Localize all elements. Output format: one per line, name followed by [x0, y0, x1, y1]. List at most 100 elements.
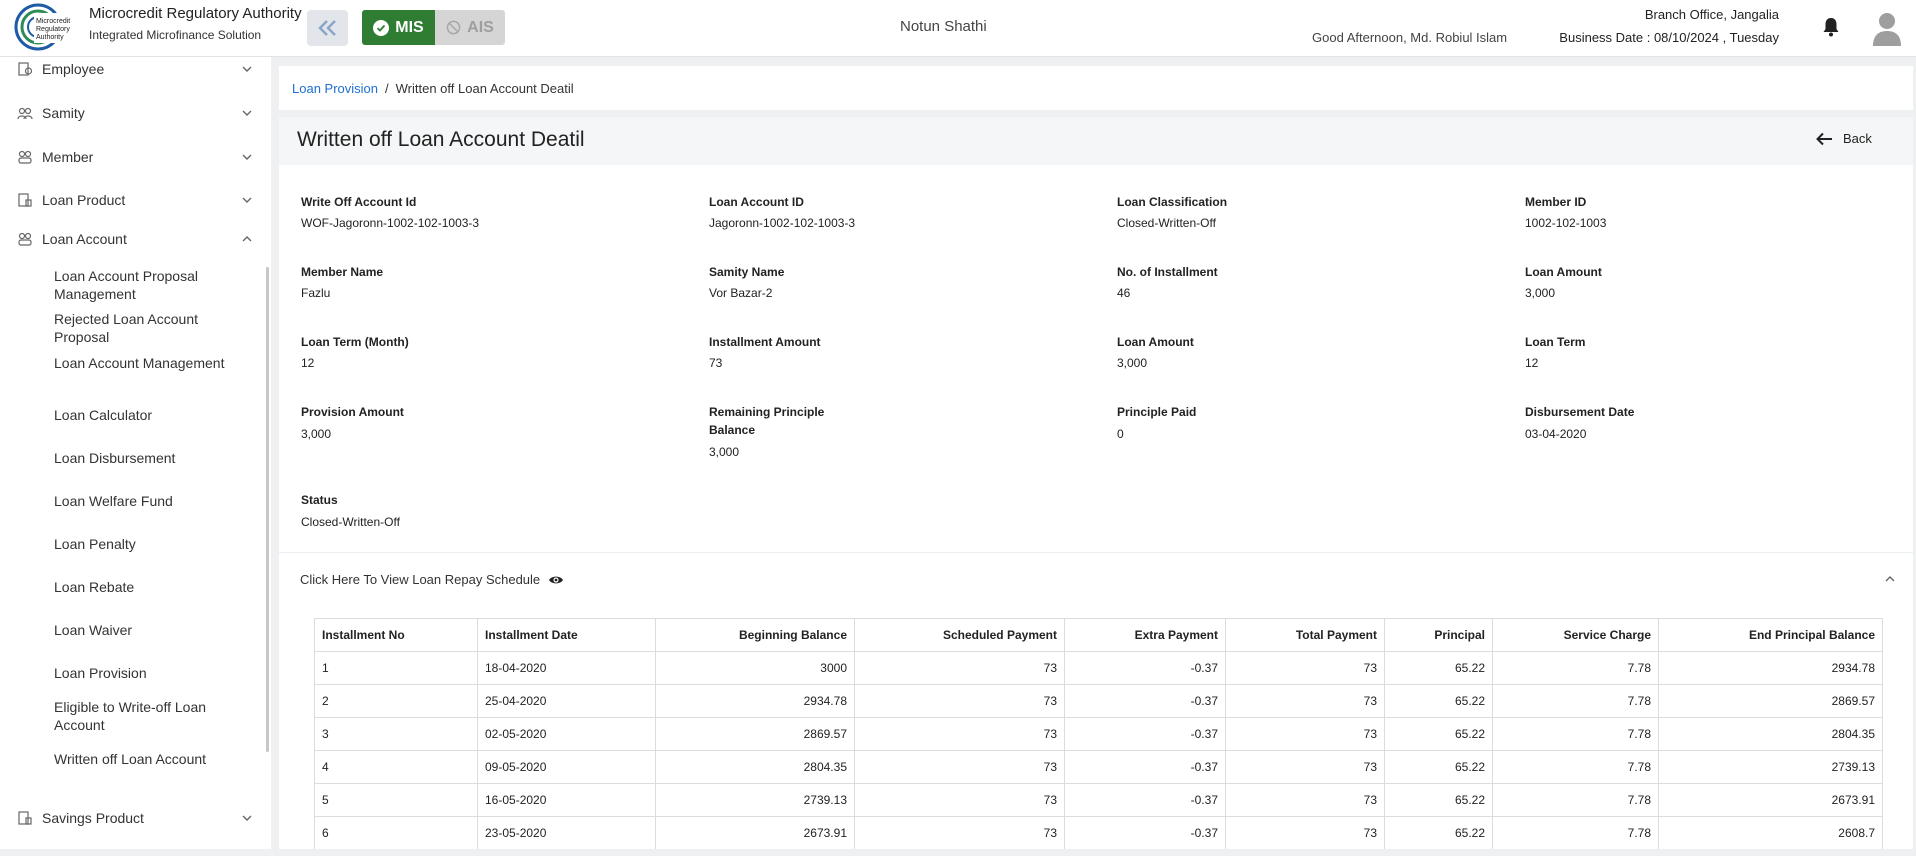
table-row: 3 02-05-2020 2869.57 73 -0.37 73 65.22 7… [314, 717, 1883, 751]
field-label-provision-amount: Provision Amount [301, 405, 404, 419]
sidebar-item-loan-account[interactable]: Loan Account [0, 225, 262, 253]
field-label-loan-amount: Loan Amount [1525, 265, 1602, 279]
sidebar-subitem-loan-penalty[interactable]: Loan Penalty [54, 535, 244, 553]
section-divider [279, 552, 1913, 553]
field-label-installment-amount: Installment Amount [709, 335, 821, 349]
table-cell: 2673.91 [1658, 783, 1883, 817]
svg-text:Microcredit: Microcredit [36, 18, 70, 25]
column-header: Service Charge [1492, 618, 1659, 652]
table-cell: 23-05-2020 [477, 816, 656, 849]
breadcrumb-link-loan-provision[interactable]: Loan Provision [292, 81, 378, 96]
sidebar-item-samity[interactable]: Samity [0, 99, 262, 127]
table-row: 1 18-04-2020 3000 73 -0.37 73 65.22 7.78… [314, 651, 1883, 685]
table-cell: 25-04-2020 [477, 684, 656, 718]
table-row: 4 09-05-2020 2804.35 73 -0.37 73 65.22 7… [314, 750, 1883, 784]
field-label-samity-name: Samity Name [709, 265, 785, 279]
sidebar-subitem-eligible-write-off[interactable]: Eligible to Write-off Loan Account [54, 698, 244, 734]
field-value-disbursement-date: 03-04-2020 [1525, 427, 1587, 441]
ais-toggle-button[interactable]: AIS [435, 10, 505, 45]
table-cell: 2804.35 [1658, 717, 1883, 751]
table-cell: -0.37 [1064, 651, 1226, 685]
repay-schedule-table: Installment No Installment Date Beginnin… [314, 618, 1883, 849]
table-cell: 2673.91 [655, 816, 855, 849]
column-header: Principal [1384, 618, 1493, 652]
table-cell: 2608.7 [1658, 816, 1883, 849]
detail-header: Written off Loan Account Deatil Back [279, 117, 1913, 165]
sidebar-item-label: Employee [42, 61, 105, 77]
table-cell: 73 [854, 750, 1065, 784]
table-cell: 73 [854, 717, 1065, 751]
table-cell: 73 [854, 684, 1065, 718]
field-label-loan-classification: Loan Classification [1117, 195, 1228, 209]
field-label-principle-paid: Principle Paid [1117, 405, 1197, 419]
field-label-status: Status [301, 493, 338, 507]
repay-toggle-label: Click Here To View Loan Repay Schedule [300, 572, 541, 587]
column-header: End Principal Balance [1658, 618, 1883, 652]
table-cell: 73 [1225, 816, 1385, 849]
sidebar-item-loan-product[interactable]: Loan Product [0, 186, 262, 214]
employee-icon [18, 62, 33, 76]
chevron-up-icon[interactable] [1884, 573, 1896, 585]
table-cell: 73 [854, 783, 1065, 817]
table-cell: 2804.35 [655, 750, 855, 784]
table-cell: -0.37 [1064, 717, 1226, 751]
table-cell: 7.78 [1492, 717, 1659, 751]
sidebar-subitem-loan-provision[interactable]: Loan Provision [54, 664, 244, 682]
table-cell: 65.22 [1384, 750, 1493, 784]
table-cell: 7.78 [1492, 684, 1659, 718]
field-label-loan-term-month: Loan Term (Month) [301, 335, 409, 349]
chevron-up-icon [242, 236, 252, 242]
table-cell: 2869.57 [1658, 684, 1883, 718]
table-cell: 65.22 [1384, 651, 1493, 685]
field-value-loan-amount-2: 3,000 [1117, 356, 1148, 370]
user-avatar-icon[interactable] [1872, 10, 1902, 46]
field-value-loan-amount: 3,000 [1525, 286, 1556, 300]
column-header: Scheduled Payment [854, 618, 1065, 652]
field-label-no-of-installment: No. of Installment [1117, 265, 1218, 279]
sidebar: Employee Samity Member Loan Product Loan… [0, 57, 271, 849]
field-label-disbursement-date: Disbursement Date [1525, 405, 1635, 419]
table-cell: 73 [854, 651, 1065, 685]
user-greeting: Good Afternoon, Md. Robiul Islam [1312, 30, 1508, 45]
field-label-remaining-principle-balance: Remaining Principle Balance [709, 405, 825, 437]
table-cell: 09-05-2020 [477, 750, 656, 784]
view-repay-schedule-toggle[interactable]: Click Here To View Loan Repay Schedule [300, 572, 564, 587]
sidebar-scrollbar[interactable] [266, 267, 269, 752]
sidebar-subitem-loan-disbursement[interactable]: Loan Disbursement [54, 449, 244, 467]
field-value-samity-name: Vor Bazar-2 [709, 286, 773, 300]
field-label-loan-amount-2: Loan Amount [1117, 335, 1194, 349]
table-cell: 73 [854, 816, 1065, 849]
sidebar-subitem-loan-account-proposal-management[interactable]: Loan Account Proposal Management [54, 267, 244, 303]
sidebar-collapse-button[interactable] [307, 10, 348, 46]
column-header: Extra Payment [1064, 618, 1226, 652]
sidebar-subitem-rejected-loan-account-proposal[interactable]: Rejected Loan Account Proposal [54, 310, 244, 346]
breadcrumb: Loan Provision / Written off Loan Accoun… [279, 66, 1913, 110]
sidebar-item-savings-product[interactable]: Savings Product [0, 804, 262, 832]
business-date: Business Date : 08/10/2024 , Tuesday [1559, 30, 1779, 45]
table-cell: -0.37 [1064, 684, 1226, 718]
table-row: 5 16-05-2020 2739.13 73 -0.37 73 65.22 7… [314, 783, 1883, 817]
sidebar-subitem-loan-waiver[interactable]: Loan Waiver [54, 621, 244, 639]
top-header: Microcredit Regulatory Authority Microcr… [0, 0, 1916, 57]
mis-toggle-button[interactable]: MIS [362, 10, 435, 45]
field-label-member-id: Member ID [1525, 195, 1587, 209]
sidebar-item-employee[interactable]: Employee [0, 57, 262, 83]
org-subtitle: Integrated Microfinance Solution [89, 28, 262, 42]
table-cell: 65.22 [1384, 717, 1493, 751]
sidebar-subitem-loan-welfare-fund[interactable]: Loan Welfare Fund [54, 492, 244, 510]
table-cell: 6 [314, 816, 478, 849]
sidebar-item-member[interactable]: Member [0, 143, 262, 171]
table-cell: -0.37 [1064, 816, 1226, 849]
table-cell: 65.22 [1384, 816, 1493, 849]
table-cell: 7.78 [1492, 651, 1659, 685]
back-label: Back [1843, 131, 1872, 146]
sidebar-subitem-loan-rebate[interactable]: Loan Rebate [54, 578, 244, 596]
notification-bell-icon[interactable] [1821, 16, 1841, 38]
table-cell: 73 [1225, 684, 1385, 718]
back-button[interactable]: Back [1816, 131, 1872, 146]
sidebar-subitem-written-off-loan-account[interactable]: Written off Loan Account [54, 750, 244, 768]
table-cell: 2869.57 [655, 717, 855, 751]
sidebar-subitem-loan-account-management[interactable]: Loan Account Management [54, 354, 244, 372]
sidebar-subitem-loan-calculator[interactable]: Loan Calculator [54, 406, 244, 424]
samity-icon [17, 107, 33, 120]
